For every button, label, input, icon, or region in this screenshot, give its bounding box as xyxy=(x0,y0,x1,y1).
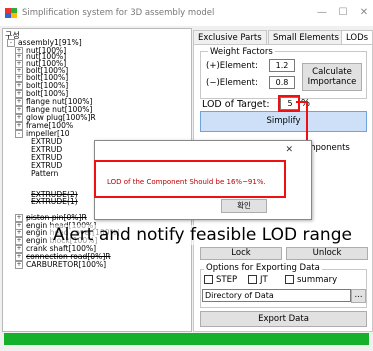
expand-icon[interactable]: + xyxy=(15,114,23,122)
summary-label: summary xyxy=(297,275,338,285)
expand-icon[interactable]: + xyxy=(15,237,23,245)
target-highlight-box xyxy=(278,95,300,112)
expand-icon[interactable]: + xyxy=(15,229,23,237)
callout-text: Alert and notify feasible LOD range xyxy=(50,225,355,245)
lod-target-label: LOD of Target: xyxy=(202,99,270,110)
lock-button[interactable]: Lock xyxy=(200,247,282,260)
tree-item-label: Pattern xyxy=(31,169,59,178)
weight-factors-label: Weight Factors xyxy=(208,47,275,57)
calc-button-line2: Importance xyxy=(307,77,357,87)
collapse-icon[interactable]: - xyxy=(7,39,15,47)
expand-icon[interactable]: + xyxy=(15,122,23,130)
export-data-button[interactable]: Export Data xyxy=(200,311,367,327)
tree-item[interactable]: + CARBURETOR[100%] xyxy=(15,261,106,269)
calculate-importance-button[interactable]: Calculate Importance xyxy=(302,63,362,91)
minus-element-input[interactable]: 0.8 xyxy=(269,76,295,89)
step-label: STEP xyxy=(216,275,238,285)
expand-icon[interactable]: + xyxy=(15,74,23,82)
expand-icon[interactable]: + xyxy=(15,245,23,253)
tree-item-label: EXTRUDE(1) xyxy=(31,197,78,206)
expand-icon[interactable]: + xyxy=(15,98,23,106)
simplify-button[interactable]: Simplify xyxy=(200,111,367,132)
unlock-button[interactable]: Unlock xyxy=(286,247,368,260)
plus-element-input[interactable]: 1.2 xyxy=(269,59,295,72)
jt-checkbox-box[interactable] xyxy=(248,275,257,284)
expand-icon[interactable]: + xyxy=(15,214,23,222)
tab-exclusive-parts[interactable]: Exclusive Parts xyxy=(193,30,267,45)
tree-item-label: CARBURETOR[100%] xyxy=(26,260,107,269)
jt-checkbox[interactable]: JT xyxy=(248,275,268,285)
collapse-icon[interactable]: - xyxy=(15,130,23,138)
tab-small-elements[interactable]: Small Elements xyxy=(268,30,344,45)
close-button[interactable]: ✕ xyxy=(355,6,373,20)
title-bar: Simplification system for 3D assembly mo… xyxy=(0,0,373,26)
tab-lods[interactable]: LODs xyxy=(341,30,373,45)
status-bar xyxy=(4,333,369,345)
dialog-close-button[interactable]: ✕ xyxy=(285,145,293,155)
calc-button-line1: Calculate xyxy=(312,67,352,77)
expand-icon[interactable]: + xyxy=(15,261,23,269)
expand-icon[interactable]: + xyxy=(15,106,23,114)
expand-icon[interactable]: + xyxy=(15,90,23,98)
minimize-button[interactable]: — xyxy=(313,6,331,20)
minus-element-label: (−)Element: xyxy=(206,78,258,88)
export-options-label: Options for Exporting Data xyxy=(204,263,322,273)
step-checkbox-box[interactable] xyxy=(204,275,213,284)
app-icon xyxy=(5,8,17,18)
plus-element-label: (+)Element: xyxy=(206,61,258,71)
step-checkbox[interactable]: STEP xyxy=(204,275,237,285)
expand-icon[interactable]: + xyxy=(15,82,23,90)
summary-checkbox-box[interactable] xyxy=(285,275,294,284)
dialog-ok-button[interactable]: 확인 xyxy=(221,199,267,213)
maximize-button[interactable]: ☐ xyxy=(334,6,352,20)
message-highlight-box xyxy=(94,160,286,198)
tree-item[interactable]: EXTRUDE(1) xyxy=(31,198,78,206)
window-title: Simplification system for 3D assembly mo… xyxy=(22,8,215,18)
tree-item[interactable]: Pattern xyxy=(31,170,58,178)
summary-checkbox[interactable]: summary xyxy=(285,275,337,285)
browse-button[interactable]: ... xyxy=(351,289,366,303)
jt-label: JT xyxy=(260,275,268,285)
expand-icon[interactable]: + xyxy=(15,253,23,261)
directory-input[interactable]: Directory of Data xyxy=(202,289,351,302)
